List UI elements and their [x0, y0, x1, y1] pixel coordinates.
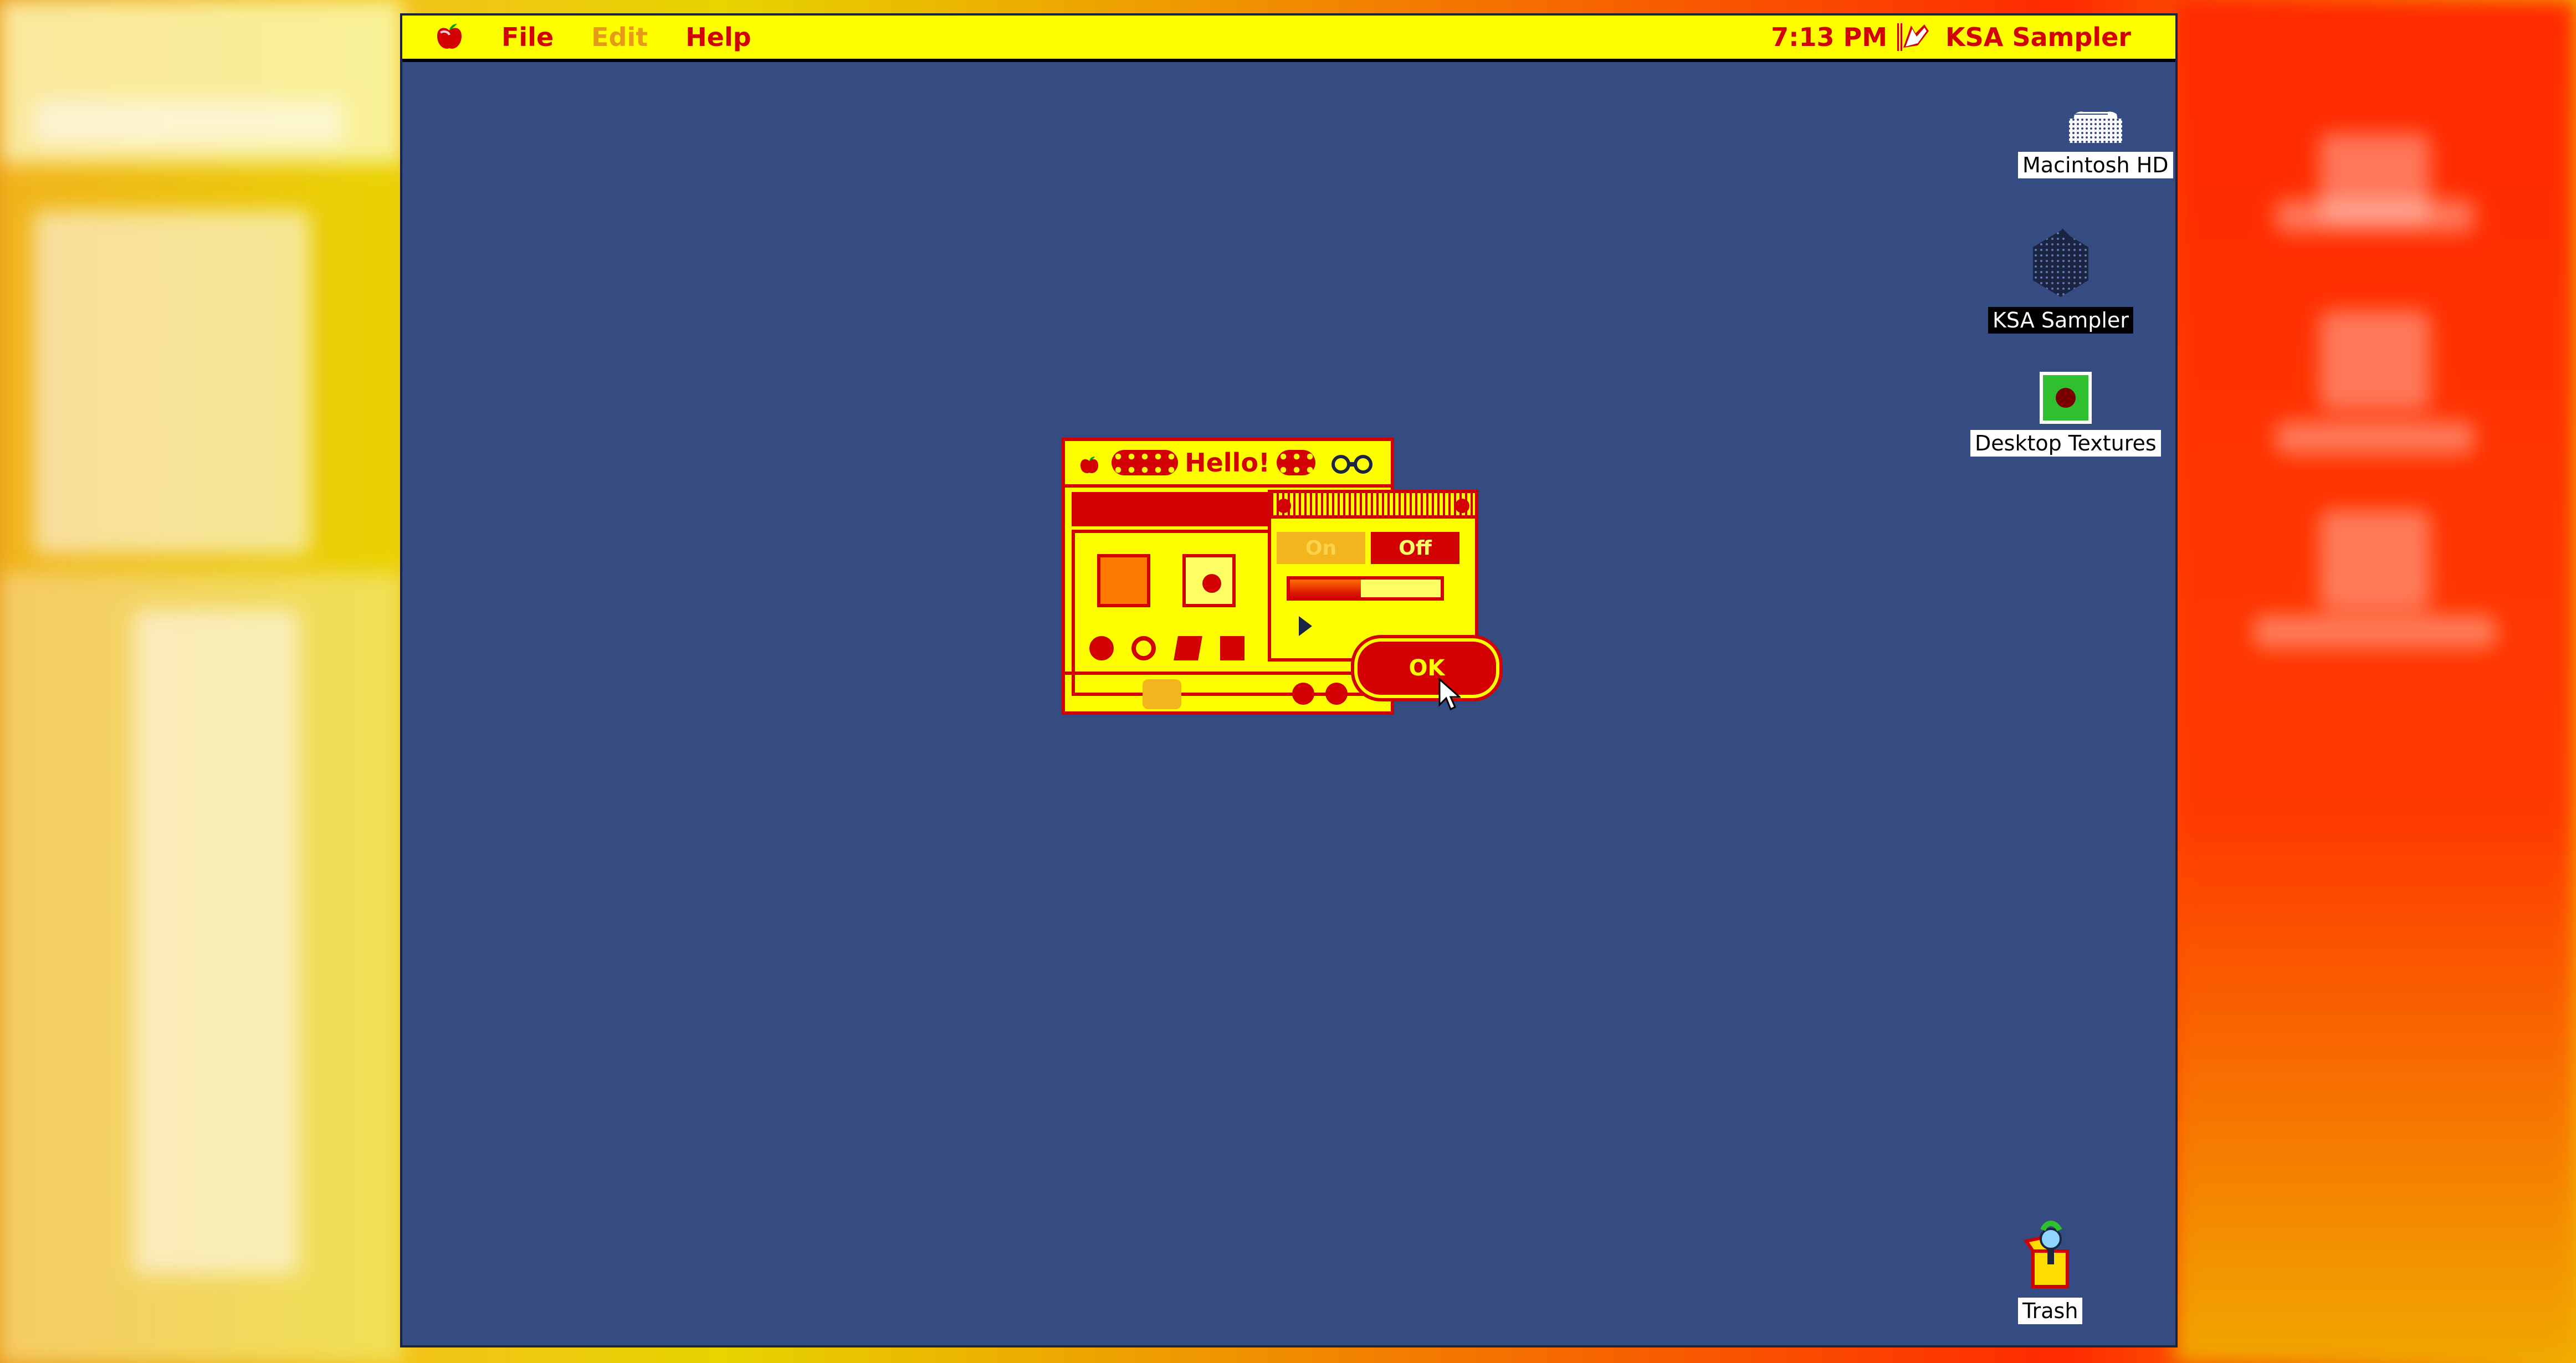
settings-window[interactable]: On Off	[1268, 490, 1478, 662]
toggle-on-button[interactable]: On	[1277, 532, 1365, 564]
cursor-icon	[1438, 677, 1462, 711]
app-icon	[1899, 20, 1933, 54]
menu-clock: 7:13 PM	[1771, 22, 1887, 52]
menu-edit[interactable]: Edit	[591, 22, 648, 52]
background-left	[0, 0, 402, 1363]
close-icon[interactable]	[1277, 499, 1291, 513]
desktop-icon-ksa-sampler[interactable]: KSA Sampler	[1988, 225, 2133, 334]
radio-dot-icon[interactable]	[1089, 636, 1114, 660]
square-icon[interactable]	[1220, 636, 1245, 660]
app-menu-label: KSA Sampler	[1945, 22, 2131, 52]
desktop-icon-label: Desktop Textures	[1970, 430, 2161, 457]
desktop-icon-macintosh-hd[interactable]: Macintosh HD	[2018, 109, 2173, 178]
toggle-off-button[interactable]: Off	[1371, 532, 1459, 564]
desktop-icon-trash[interactable]: Trash	[2018, 1216, 2083, 1324]
ok-button-label: OK	[1409, 655, 1445, 681]
footer-dot-icon[interactable]	[1325, 683, 1348, 705]
record-icon	[1202, 574, 1221, 593]
background-right	[2175, 0, 2576, 1363]
pattern-icon	[1112, 450, 1179, 475]
record-button[interactable]	[1182, 554, 1236, 607]
ok-button[interactable]: OK	[1354, 638, 1499, 698]
desktop-icon-desktop-textures[interactable]: Desktop Textures	[1970, 370, 2161, 457]
duck-icon	[1143, 679, 1181, 709]
app-icon	[2016, 225, 2105, 303]
collapse-icon[interactable]	[1455, 499, 1469, 513]
resize-icon[interactable]	[1174, 636, 1202, 660]
apple-menu-icon[interactable]	[433, 21, 466, 54]
glasses-icon	[1328, 452, 1377, 474]
footer-dot-icon[interactable]	[1292, 683, 1314, 705]
pattern-icon	[1276, 450, 1315, 475]
slider[interactable]	[1287, 576, 1444, 601]
mac-screen: File Edit Help 7:13 PM KSA Sampler Macin…	[402, 16, 2175, 1345]
menu-help[interactable]: Help	[685, 22, 751, 52]
radio-ring-icon[interactable]	[1131, 636, 1156, 660]
hello-title: Hello!	[1185, 448, 1270, 478]
menu-bar: File Edit Help 7:13 PM KSA Sampler	[402, 16, 2175, 62]
close-icon[interactable]	[1078, 452, 1100, 474]
trash-icon	[2020, 1216, 2081, 1293]
desktop-icon-label: Macintosh HD	[2018, 152, 2173, 178]
settings-window-titlebar[interactable]	[1271, 493, 1475, 519]
slider-fill	[1290, 580, 1361, 597]
textures-icon	[2038, 370, 2093, 426]
hello-window-titlebar[interactable]: Hello!	[1065, 441, 1391, 488]
menu-file[interactable]: File	[501, 22, 554, 52]
application-menu[interactable]: KSA Sampler	[1899, 20, 2131, 54]
desktop-icon-label: Trash	[2018, 1298, 2083, 1324]
finder-icon[interactable]	[1097, 554, 1150, 607]
play-icon[interactable]	[1299, 616, 1312, 636]
hard-drive-icon	[2062, 109, 2129, 147]
desktop-icon-label: KSA Sampler	[1988, 307, 2133, 334]
